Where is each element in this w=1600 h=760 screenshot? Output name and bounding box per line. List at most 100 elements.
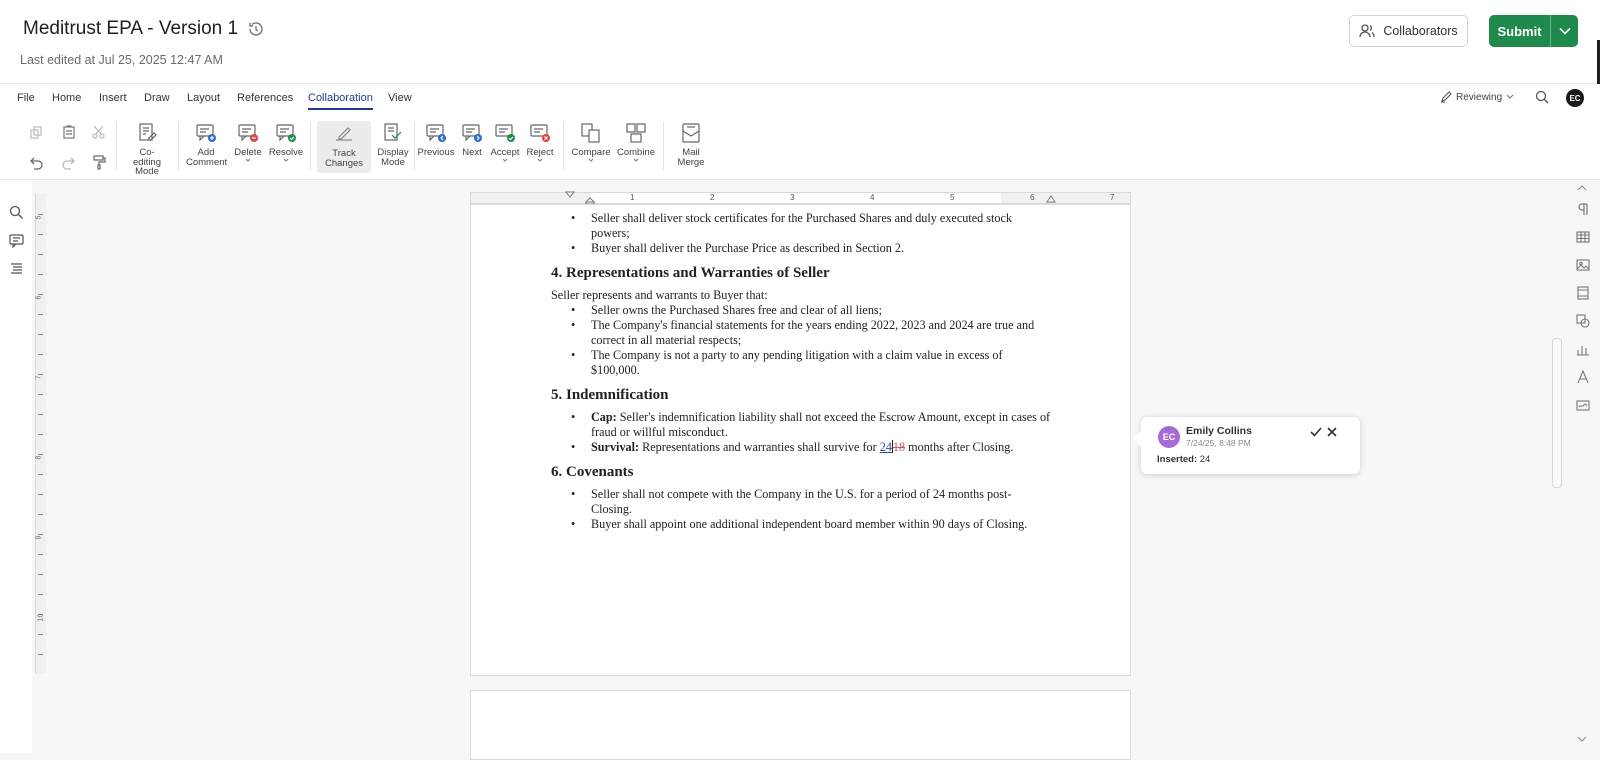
bullet-list: Seller shall not compete with the Compan… — [551, 487, 1051, 532]
document-page[interactable]: Seller shall deliver stock certificates … — [470, 204, 1131, 676]
ruler-number: 6 — [35, 295, 43, 300]
image-icon[interactable] — [1576, 258, 1590, 272]
format-painter-icon[interactable] — [91, 154, 107, 170]
paragraph[interactable]: Seller represents and warrants to Buyer … — [551, 288, 1051, 303]
add-comment-button[interactable]: Add Comment — [184, 122, 228, 167]
list-item[interactable]: Seller owns the Purchased Shares free an… — [571, 303, 1051, 318]
list-item[interactable]: Seller shall deliver stock certificates … — [571, 211, 1051, 241]
chevron-down-icon — [1558, 27, 1571, 35]
chevron-down-icon — [588, 158, 594, 162]
document-page-next[interactable] — [470, 690, 1131, 760]
first-line-indent-marker[interactable] — [565, 191, 575, 198]
chart-icon[interactable] — [1576, 342, 1590, 356]
copy-icon[interactable] — [28, 125, 44, 141]
previous-button[interactable]: Previous — [418, 122, 454, 158]
previous-comment-icon — [426, 124, 446, 142]
list-item[interactable]: Buyer shall appoint one additional indep… — [571, 517, 1051, 532]
resolve-label: Resolve — [268, 147, 304, 158]
comment-author: Emily Collins — [1186, 425, 1252, 437]
cut-icon[interactable] — [91, 124, 107, 140]
add-comment-icon — [196, 124, 216, 142]
vertical-ruler: 5 6 7 8 9 10 — [35, 194, 46, 674]
resolve-comment-button[interactable]: Resolve — [268, 122, 304, 162]
document-body[interactable]: Seller shall deliver stock certificates … — [551, 211, 1051, 532]
menu-view[interactable]: View — [388, 92, 412, 104]
combine-label: Combine — [616, 147, 656, 158]
tracked-change-card[interactable]: EC Emily Collins 7/24/25, 8:48 PM Insert… — [1133, 417, 1360, 474]
user-avatar[interactable]: EC — [1566, 89, 1584, 107]
compare-button[interactable]: Compare — [570, 122, 612, 162]
compare-label: Compare — [571, 147, 611, 158]
toolbar-separator — [116, 122, 117, 170]
outline-icon[interactable] — [9, 261, 24, 276]
ruler-number: 7 — [1110, 193, 1115, 202]
list-item[interactable]: Cap: Seller's indemnification liability … — [571, 410, 1051, 440]
menu-collaboration[interactable]: Collaboration — [308, 92, 373, 110]
accept-button[interactable]: Accept — [490, 122, 520, 162]
list-item[interactable]: Survival: Representations and warranties… — [571, 440, 1051, 455]
collaborators-label: Collaborators — [1383, 24, 1458, 38]
tracked-insertion[interactable]: 24 — [880, 440, 892, 454]
menu-insert[interactable]: Insert — [99, 92, 127, 104]
compare-icon — [581, 123, 600, 143]
accept-check-icon[interactable] — [1310, 427, 1322, 437]
document-title[interactable]: Meditrust EPA - Version 1 — [23, 18, 238, 40]
display-mode-button[interactable]: Display Mode — [375, 122, 411, 167]
list-item[interactable]: The Company is not a party to any pendin… — [571, 348, 1051, 378]
scroll-down-icon[interactable] — [1577, 735, 1587, 743]
right-indent-marker[interactable] — [1046, 195, 1056, 203]
list-item[interactable]: Buyer shall deliver the Purchase Price a… — [571, 241, 1051, 256]
ruler-number: 6 — [1030, 193, 1035, 202]
accept-change-icon — [495, 124, 515, 142]
tracked-deletion[interactable]: 18 — [893, 440, 905, 454]
ruler-number: 5 — [950, 193, 955, 202]
mail-merge-button[interactable]: Mail Merge — [670, 122, 712, 167]
paste-icon[interactable] — [61, 124, 77, 140]
signature-icon[interactable] — [1576, 398, 1590, 412]
next-button[interactable]: Next — [459, 122, 485, 158]
vertical-scrollbar[interactable] — [1552, 338, 1562, 488]
menu-references[interactable]: References — [237, 92, 293, 104]
reviewing-mode-dropdown[interactable]: Reviewing — [1440, 91, 1514, 103]
header-footer-icon[interactable] — [1576, 286, 1590, 300]
reject-change-icon — [530, 124, 550, 142]
menu-layout[interactable]: Layout — [187, 92, 220, 104]
shapes-icon[interactable] — [1576, 314, 1590, 328]
change-value: 24 — [1199, 454, 1211, 465]
menu-home[interactable]: Home — [52, 92, 81, 104]
ruler-number: 7 — [35, 375, 43, 380]
section-heading[interactable]: 5. Indemnification — [551, 386, 1051, 404]
undo-icon[interactable] — [28, 155, 44, 171]
menu-file[interactable]: File — [17, 92, 35, 104]
pencil-icon — [1441, 91, 1452, 103]
reject-close-icon[interactable] — [1327, 427, 1337, 437]
search-icon[interactable] — [9, 205, 24, 220]
redo-icon[interactable] — [61, 155, 77, 171]
chevron-down-icon — [633, 158, 639, 162]
submit-dropdown-button[interactable] — [1550, 15, 1578, 47]
search-icon[interactable] — [1535, 90, 1549, 104]
combine-button[interactable]: Combine — [615, 122, 657, 162]
reject-button[interactable]: Reject — [524, 122, 556, 162]
list-item[interactable]: The Company's financial statements for t… — [571, 318, 1051, 348]
coediting-mode-button[interactable]: Co-editing Mode — [124, 122, 170, 177]
section-heading[interactable]: 4. Representations and Warranties of Sel… — [551, 264, 1051, 282]
reviewing-label: Reviewing — [1456, 91, 1503, 103]
paragraph-marks-icon[interactable] — [1576, 202, 1590, 216]
comments-icon[interactable] — [9, 233, 24, 248]
delete-comment-button[interactable]: Delete — [232, 122, 264, 162]
history-icon[interactable] — [247, 20, 265, 38]
text-art-icon[interactable] — [1576, 370, 1590, 384]
bullet-list: Seller shall deliver stock certificates … — [551, 211, 1051, 256]
track-changes-button[interactable]: Track Changes — [317, 121, 371, 173]
collaborators-button[interactable]: Collaborators — [1349, 15, 1468, 47]
display-mode-icon — [384, 123, 402, 141]
ruler-number: 10 — [37, 613, 45, 622]
users-icon — [1359, 24, 1375, 38]
menu-draw[interactable]: Draw — [144, 92, 170, 104]
section-heading[interactable]: 6. Covenants — [551, 463, 1051, 481]
submit-button[interactable]: Submit — [1489, 15, 1550, 47]
table-icon[interactable] — [1576, 230, 1590, 244]
scroll-up-icon[interactable] — [1577, 184, 1587, 192]
list-item[interactable]: Seller shall not compete with the Compan… — [571, 487, 1051, 517]
